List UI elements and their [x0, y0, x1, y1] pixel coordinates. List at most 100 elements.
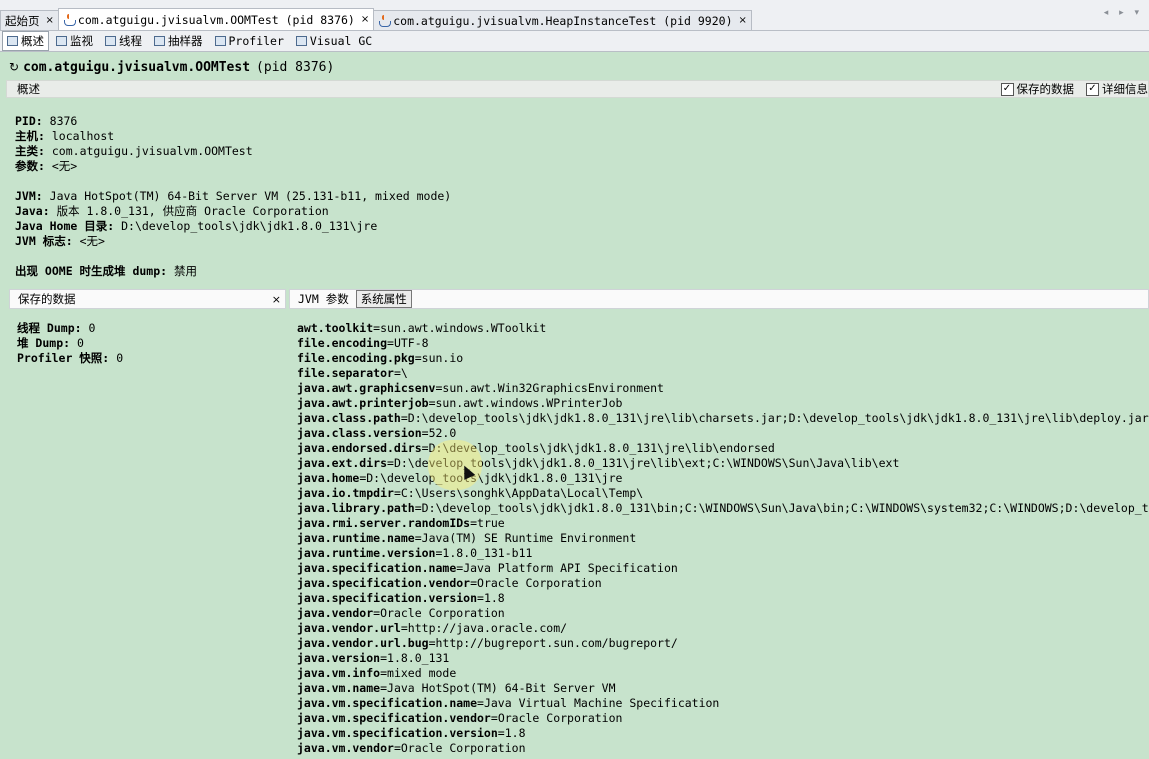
property-key: java.specification.vendor [297, 576, 471, 590]
info-key: JVM 标志: [15, 234, 73, 248]
info-value: Java HotSpot(TM) 64-Bit Server VM (25.13… [49, 189, 452, 203]
property-value: true [477, 516, 505, 530]
property-key: java.vendor.url [297, 621, 401, 635]
document-tab-label: com.atguigu.jvisualvm.OOMTest (pid 8376) [77, 12, 355, 27]
property-value: 1.8 [504, 726, 526, 740]
property-value: 1.8 [483, 591, 505, 605]
property-row: java.class.path=D:\develop_tools\jdk\jdk… [297, 411, 1149, 426]
property-separator: = [380, 651, 388, 665]
property-key: java.class.version [297, 426, 422, 440]
property-key: java.runtime.version [297, 546, 436, 560]
saved-data-list: 线程 Dump: 0 堆 Dump: 0 Profiler 快照: 0 [17, 321, 123, 366]
document-tab[interactable]: 起始页 × [0, 10, 59, 30]
details-checkbox[interactable]: ✓ 详细信息 [1086, 81, 1148, 97]
property-separator: = [428, 636, 436, 650]
toolbar-tab[interactable]: Profiler [210, 31, 289, 51]
property-value: D:\develop_tools\jdk\jdk1.8.0_131\jre\li… [428, 441, 775, 455]
property-key: java.home [297, 471, 360, 485]
info-key: 线程 Dump: [17, 321, 82, 335]
document-tab[interactable]: com.atguigu.jvisualvm.HeapInstanceTest (… [373, 10, 752, 30]
cursor-highlight [428, 440, 482, 490]
property-key: java.awt.graphicsenv [297, 381, 436, 395]
close-tab-icon[interactable]: × [361, 14, 369, 25]
property-separator: = [477, 696, 484, 710]
close-icon[interactable]: × [272, 293, 281, 306]
property-separator: = [414, 351, 422, 365]
property-value: C:\Users\songhk\AppData\Local\Temp\ [400, 486, 644, 500]
tab-scroll-arrows[interactable]: ◂ ▸ ▾ [1104, 8, 1143, 18]
info-value: <无> [51, 159, 78, 173]
close-tab-icon[interactable]: × [739, 15, 747, 26]
toolbar-tab[interactable]: 抽样器 [149, 31, 208, 51]
property-key: java.specification.name [297, 561, 457, 575]
saved-data-checkbox[interactable]: ✓ 保存的数据 [1000, 81, 1074, 97]
property-separator: = [387, 456, 394, 470]
property-value: Java HotSpot(TM) 64-Bit Server VM [387, 681, 616, 695]
info-oome-dump: 出现 OOME 时生成堆 dump: 禁用 [15, 264, 451, 279]
property-value: sun.awt.Win32GraphicsEnvironment [442, 381, 664, 395]
property-value: sun.io [421, 351, 464, 365]
close-tab-icon[interactable]: × [46, 15, 54, 26]
info-args: 参数: <无> [15, 159, 451, 174]
info-key: 主机: [15, 129, 45, 143]
property-row: java.class.version=52.0 [297, 426, 1149, 441]
property-value: Oracle Corporation [380, 606, 505, 620]
view-toolbar: 概述 监视 线程 抽样器 Profiler Visual GC [0, 31, 1149, 52]
property-row: file.separator=\ [297, 366, 1149, 381]
info-value: 8376 [49, 114, 78, 128]
property-separator: = [421, 426, 429, 440]
property-key: java.vm.vendor [297, 741, 394, 755]
property-key: awt.toolkit [297, 321, 374, 335]
info-key: 堆 Dump: [17, 336, 71, 350]
toolbar-tab-label: 线程 [119, 34, 142, 48]
toolbar-tab[interactable]: 监视 [51, 31, 98, 51]
details-checkbox-label: 详细信息 [1102, 82, 1148, 96]
properties-tab[interactable]: JVM 参数 [293, 290, 354, 308]
info-value: 0 [116, 351, 124, 365]
document-tab[interactable]: com.atguigu.jvisualvm.OOMTest (pid 8376)… [57, 8, 375, 30]
property-row: java.vm.vendor=Oracle Corporation [297, 741, 1149, 756]
property-row: java.specification.version=1.8 [297, 591, 1149, 606]
system-properties-list: awt.toolkit=sun.awt.windows.WToolkit file… [297, 321, 1149, 756]
info-value: 禁用 [174, 264, 198, 278]
property-separator: = [421, 441, 429, 455]
property-value: 1.8.0_131 [387, 651, 450, 665]
toolbar-tab[interactable]: Visual GC [291, 31, 377, 51]
properties-tab[interactable]: 系统属性 [355, 290, 412, 308]
property-value: Java Virtual Machine Specification [483, 696, 720, 710]
toolbar-tab[interactable]: 概述 [2, 31, 49, 51]
info-key: 主类: [15, 144, 45, 158]
property-separator: = [470, 516, 478, 530]
property-key: java.vm.specification.name [297, 696, 478, 710]
property-key: java.ext.dirs [297, 456, 388, 470]
property-separator: = [393, 366, 401, 380]
property-value: mixed mode [387, 666, 457, 680]
property-value: D:\develop_tools\jdk\jdk1.8.0_131\bin;C:… [421, 501, 1149, 515]
java-app-icon [378, 14, 392, 27]
info-value: 版本 1.8.0_131, 供应商 Oracle Corporation [56, 204, 329, 218]
property-row: java.vm.info=mixed mode [297, 666, 1149, 681]
toolbar-tab-label: Profiler [228, 34, 284, 48]
info-key: 出现 OOME 时生成堆 dump: [15, 264, 168, 278]
property-row: java.runtime.version=1.8.0_131-b11 [297, 546, 1149, 561]
property-separator: = [414, 501, 422, 515]
property-value: Oracle Corporation [497, 711, 623, 725]
property-value: Java(TM) SE Runtime Environment [421, 531, 637, 545]
toolbar-tab-label: 抽样器 [168, 34, 203, 48]
property-value: D:\develop_tools\jdk\jdk1.8.0_131\jre\li… [407, 411, 1149, 425]
property-row: file.encoding.pkg=sun.io [297, 351, 1149, 366]
heap-dump-count: 堆 Dump: 0 [17, 336, 123, 351]
property-row: java.vendor.url=http://java.oracle.com/ [297, 621, 1149, 636]
info-value: 0 [76, 336, 84, 350]
property-row: file.encoding=UTF-8 [297, 336, 1149, 351]
property-row: java.vm.specification.name=Java Virtual … [297, 696, 1149, 711]
toolbar-tab[interactable]: 线程 [100, 31, 147, 51]
property-key: java.vm.specification.vendor [297, 711, 491, 725]
property-row: java.awt.graphicsenv=sun.awt.Win32Graphi… [297, 381, 1149, 396]
property-key: java.library.path [297, 501, 415, 515]
property-separator: = [400, 621, 408, 635]
property-key: java.rmi.server.randomIDs [297, 516, 471, 530]
property-row: java.vendor=Oracle Corporation [297, 606, 1149, 621]
